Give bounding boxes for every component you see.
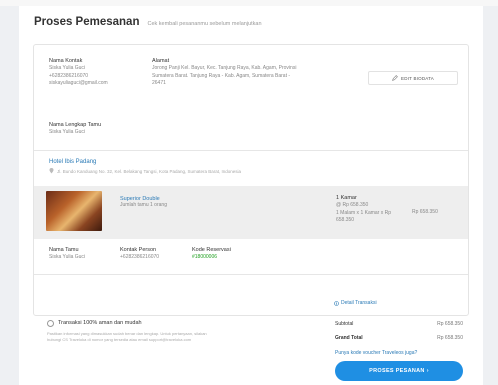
room-pricing: 1 Kamar @ Rp 658.350 1 Malam x 1 Kamar x… — [336, 194, 391, 225]
hotel-heading: Hotel Ibis Padang Jl. Bundo Kanduang No.… — [49, 159, 241, 174]
edit-biodata-label: EDIT BIODATA — [401, 75, 434, 81]
chevron-right-icon: › — [426, 368, 429, 374]
contact-person-value: +6282386216070 — [120, 254, 160, 260]
address-label: Alamat — [152, 58, 170, 64]
totals-block: Subtotal Rp 658.350 Grand Total Rp 658.3… — [335, 321, 463, 356]
page-subtitle: Cek kembali pesananmu sebelum melanjutka… — [147, 21, 262, 27]
edit-biodata-button[interactable]: EDIT BIODATA — [368, 71, 458, 85]
secure-block: Transaksi 100% aman dan mudah Pastikan i… — [47, 319, 287, 343]
guest-name-label: Nama Lengkap Tamu — [49, 122, 102, 128]
transaction-details-link[interactable]: Detail Transaksi — [334, 300, 377, 306]
process-order-button[interactable]: PROSES PESANAN › — [335, 361, 463, 381]
order-card: Proses Pemesanan Cek kembali pesananmu s… — [19, 6, 483, 385]
contact-email: siskayuliaguci@gmail.com — [49, 80, 108, 86]
subtotal-row: Subtotal Rp 658.350 — [335, 321, 463, 331]
subtotal-label: Subtotal — [335, 321, 354, 327]
pencil-icon — [392, 75, 398, 81]
room-calc-amount: 658.350 — [336, 217, 355, 223]
address-line-3: 26471 — [152, 80, 166, 86]
reservation-code-label: Kode Reservasi — [192, 247, 231, 253]
room-subtotal: Rp 658.350 — [412, 209, 438, 215]
room-price: @ Rp 658.350 — [336, 202, 369, 208]
grand-total-row: Grand Total Rp 658.350 — [335, 335, 463, 345]
reservation-code-col: Kode Reservasi #18000006 — [192, 246, 231, 262]
guest-col: Nama Tamu Siska Yulia Guci — [49, 246, 85, 262]
hotel-name-link[interactable]: Hotel Ibis Padang — [49, 159, 241, 165]
voucher-link[interactable]: Punya kode voucher Traveleos juga? — [335, 350, 463, 356]
shield-check-icon — [47, 319, 54, 327]
guest-name-block: Nama Lengkap Tamu Siska Yulia Guci — [49, 121, 101, 137]
address-block: Alamat Jorong Panji Kel. Bayur, Kec. Tan… — [152, 57, 362, 88]
hotel-section: Hotel Ibis Padang Jl. Bundo Kanduang No.… — [34, 150, 468, 275]
room-calc: 1 Malam x 1 Kamar x Rp — [336, 209, 392, 216]
secure-text: Transaksi 100% aman dan mudah — [58, 320, 142, 326]
transaction-details-label: Detail Transaksi — [341, 300, 377, 306]
contact-label: Nama Kontak — [49, 58, 83, 64]
reservation-code-value: #18000006 — [192, 254, 218, 260]
grand-total-label: Grand Total — [335, 335, 363, 341]
page-title: Proses Pemesanan — [34, 16, 140, 28]
contact-person-label: Kontak Person — [120, 247, 157, 253]
room-photo — [46, 191, 102, 231]
address-line-2: Sumatera Barat. Tanjung Raya - Kab. Agam… — [152, 72, 291, 79]
room-info: Superior Double Jumlah tamu 1 orang — [120, 196, 167, 210]
contact-name: Siska Yulia Guci — [49, 65, 86, 71]
grand-total-value: Rp 658.350 — [437, 335, 463, 341]
address-line-1: Jorong Panji Kel. Bayur, Kec. Tanjung Ra… — [152, 65, 297, 71]
fine-print-2: hubungi CS Traveloka di nomor yang terse… — [47, 337, 192, 342]
map-pin-icon — [49, 168, 54, 174]
secure-line: Transaksi 100% aman dan mudah — [47, 319, 287, 327]
booking-summary-panel: Nama Kontak Siska Yulia Guci +6282386216… — [33, 44, 469, 316]
info-icon — [334, 300, 339, 306]
subtotal-value: Rp 658.350 — [437, 321, 463, 327]
contact-person-col: Kontak Person +6282386216070 — [120, 246, 159, 262]
process-order-label: PROSES PESANAN — [369, 368, 425, 374]
contact-phone: +6282386216070 — [49, 72, 89, 79]
booking-guest-value: Siska Yulia Guci — [49, 254, 86, 260]
page-header: Proses Pemesanan Cek kembali pesananmu s… — [34, 16, 262, 28]
hotel-address: Jl. Bundo Kanduang No. 32, Kel. Belakang… — [49, 168, 241, 174]
hotel-address-text: Jl. Bundo Kanduang No. 32, Kel. Belakang… — [57, 168, 242, 174]
contact-block: Nama Kontak Siska Yulia Guci +6282386216… — [49, 57, 108, 88]
room-guests: Jumlah tamu 1 orang — [120, 202, 167, 208]
room-count: 1 Kamar — [336, 195, 357, 201]
booking-guest-label: Nama Tamu — [49, 247, 79, 253]
guest-name-value: Siska Yulia Guci — [49, 129, 86, 135]
room-row: Superior Double Jumlah tamu 1 orang 1 Ka… — [34, 186, 468, 239]
